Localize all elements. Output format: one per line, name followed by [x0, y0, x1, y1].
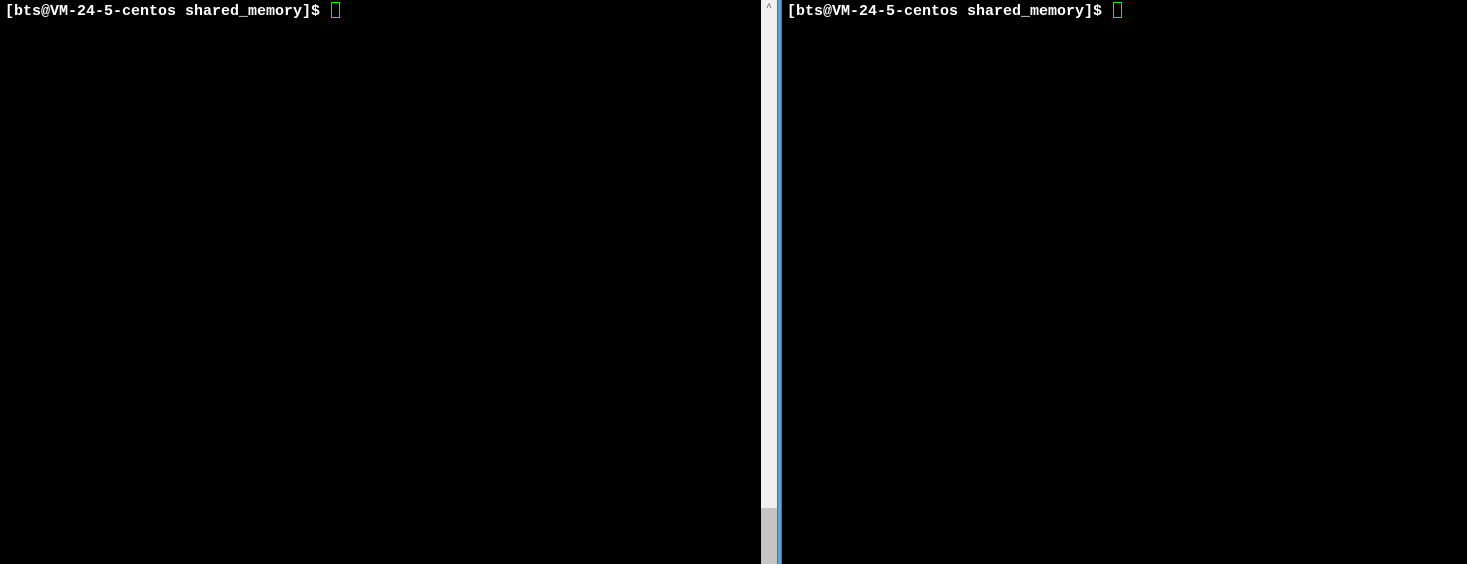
- prompt-line-left: [bts@VM-24-5-centos shared_memory]$: [5, 3, 772, 21]
- scroll-up-icon[interactable]: ^: [761, 0, 777, 16]
- cursor-left: [331, 2, 340, 18]
- cursor-right: [1113, 2, 1122, 18]
- scrollbar-thumb[interactable]: [761, 508, 777, 564]
- terminal-pane-left[interactable]: [bts@VM-24-5-centos shared_memory]$ ^: [0, 0, 777, 564]
- scrollbar-track[interactable]: ^: [761, 0, 777, 564]
- prompt-text-right: [bts@VM-24-5-centos shared_memory]$: [787, 3, 1111, 20]
- prompt-text-left: [bts@VM-24-5-centos shared_memory]$: [5, 3, 329, 20]
- terminal-pane-right[interactable]: [bts@VM-24-5-centos shared_memory]$: [782, 0, 1467, 564]
- prompt-line-right: [bts@VM-24-5-centos shared_memory]$: [787, 3, 1462, 21]
